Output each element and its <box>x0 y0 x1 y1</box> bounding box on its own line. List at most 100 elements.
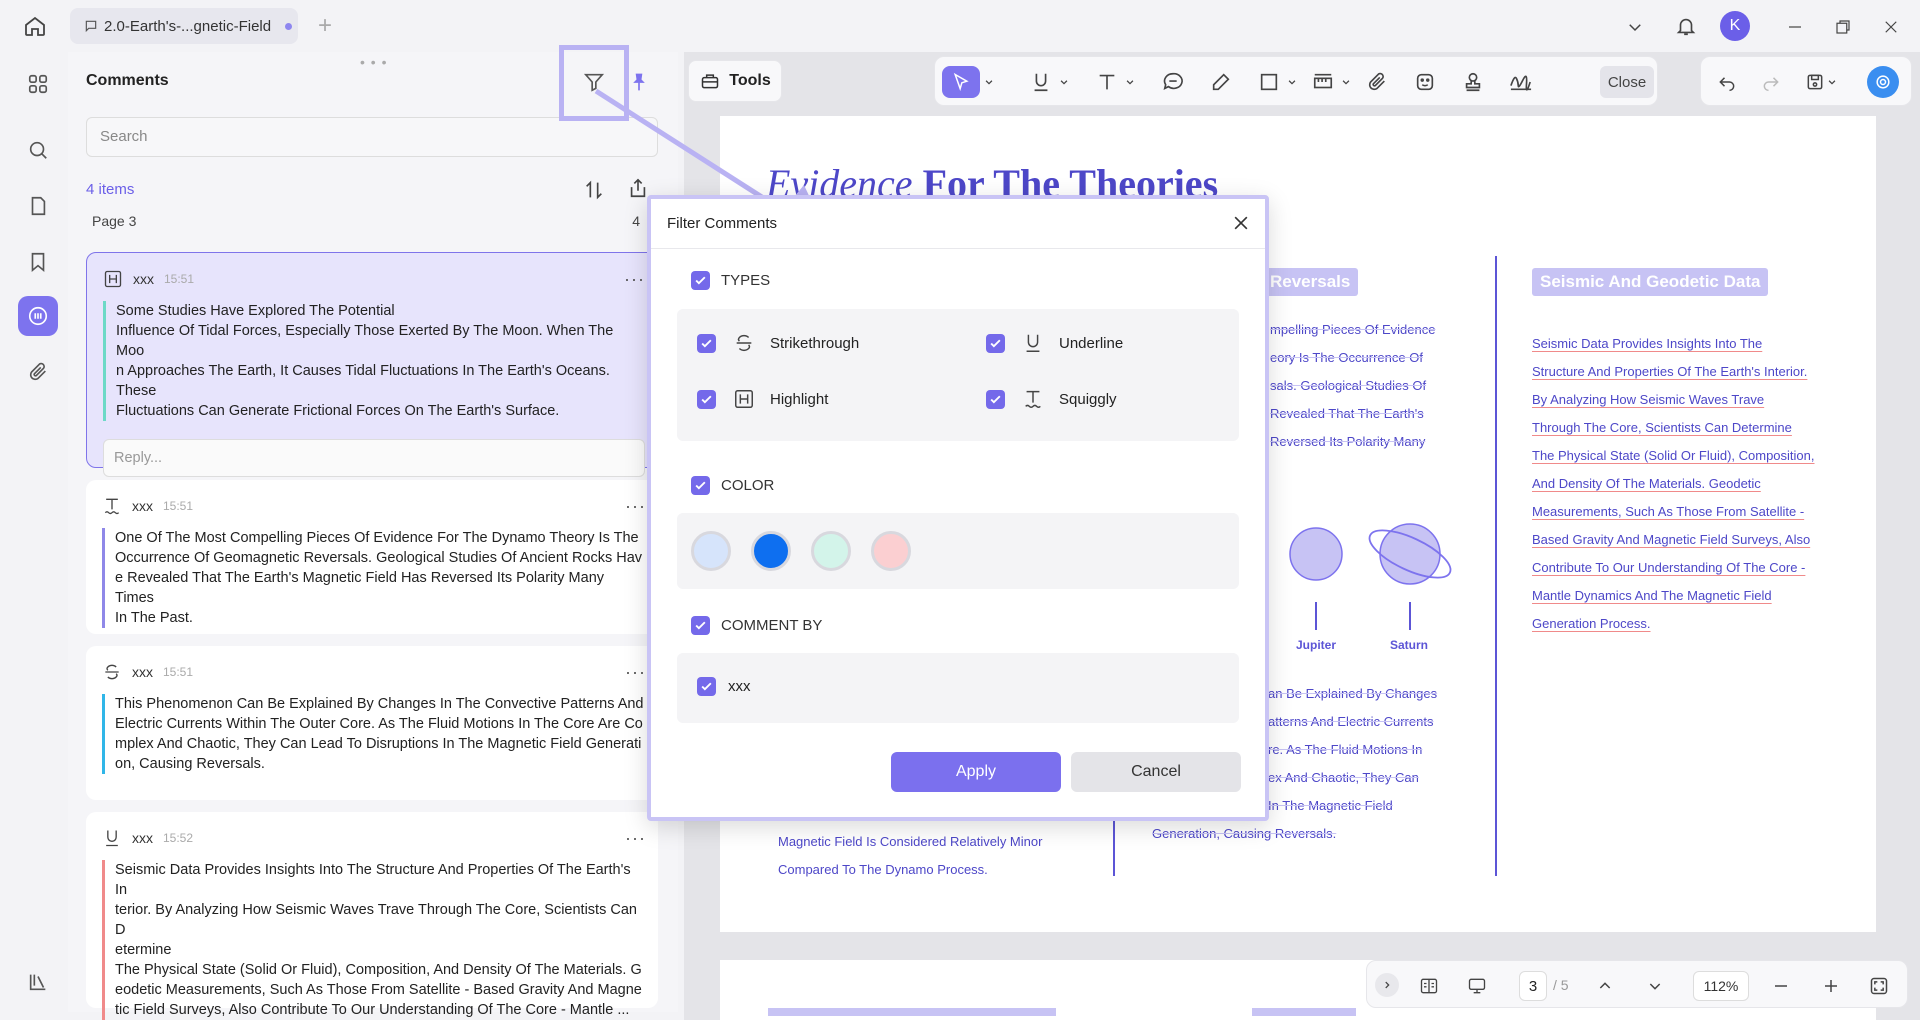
text-line: atterns And Electric Currents <box>1268 714 1434 729</box>
apps-grid-icon[interactable] <box>18 64 58 104</box>
undo-icon[interactable] <box>1711 66 1743 98</box>
text-line: Mantle Dynamics And The Magnetic Field <box>1532 588 1772 603</box>
comment-tool-icon[interactable] <box>1157 66 1189 98</box>
type-option-highlight[interactable]: Highlight <box>697 387 828 411</box>
pencil-tool-icon[interactable] <box>1205 66 1237 98</box>
cancel-button[interactable]: Cancel <box>1071 752 1241 792</box>
comment-text: Some Studies Have Explored The Potential… <box>103 301 645 421</box>
color-swatch-pink[interactable] <box>871 531 911 571</box>
comment-by-section-header[interactable]: COMMENT BY <box>691 616 822 635</box>
convective-text-end: Generation, Causing Reversals. <box>1152 820 1336 848</box>
checkbox[interactable] <box>697 333 716 353</box>
select-tool-icon[interactable] <box>942 66 980 98</box>
author-label: xxx <box>728 678 751 695</box>
library-icon[interactable] <box>18 962 58 1002</box>
apply-button[interactable]: Apply <box>891 752 1061 792</box>
text-line: Seismic Data Provides Insights Into The <box>1532 336 1763 351</box>
items-count: 4 items <box>86 181 135 198</box>
zoom-out-icon[interactable] <box>1765 970 1797 1002</box>
previous-page-icon[interactable] <box>1589 970 1621 1002</box>
more-options-icon[interactable]: ··· <box>624 269 645 290</box>
restore-icon[interactable] <box>1830 14 1856 40</box>
zoom-level[interactable]: 112% <box>1693 971 1749 1001</box>
comment-line: eodetic Measurements, Such As Those From… <box>115 982 642 998</box>
reply-input[interactable]: Reply... <box>103 439 645 477</box>
color-checkbox[interactable] <box>691 476 710 495</box>
comment-time: 15:51 <box>164 272 195 286</box>
chevron-down-icon[interactable] <box>1057 66 1071 98</box>
more-options-icon[interactable]: ··· <box>625 496 646 517</box>
page-thumbnails-icon[interactable] <box>18 186 58 226</box>
chevron-down-icon[interactable] <box>982 66 996 98</box>
page-layout-icon[interactable] <box>1413 970 1445 1002</box>
close-icon[interactable] <box>1231 213 1251 233</box>
stamp-tool-icon[interactable] <box>1457 66 1489 98</box>
comment-line: mplex And Chaotic, They Can Lead To Disr… <box>115 736 642 752</box>
text-line: Revealed That The Earth's <box>1270 406 1424 421</box>
underline-tool-icon[interactable] <box>1025 66 1057 98</box>
chevron-down-icon[interactable] <box>1622 14 1648 40</box>
chevron-down-icon[interactable] <box>1123 66 1137 98</box>
presentation-icon[interactable] <box>1461 970 1493 1002</box>
underline-icon <box>102 828 122 848</box>
home-icon[interactable] <box>20 12 50 40</box>
new-tab-icon[interactable]: + <box>314 12 336 39</box>
minimize-icon[interactable] <box>1782 14 1808 40</box>
next-page-icon[interactable] <box>1639 970 1671 1002</box>
underline-icon <box>1021 331 1045 355</box>
color-swatch-mint[interactable] <box>811 531 851 571</box>
type-option-strikethrough[interactable]: Strikethrough <box>697 331 859 355</box>
author-option[interactable]: xxx <box>697 677 751 696</box>
color-swatch-blue[interactable] <box>751 531 791 571</box>
highlight-icon <box>732 387 756 411</box>
measure-tool-icon[interactable] <box>1307 66 1339 98</box>
current-page-input[interactable]: 3 <box>1519 971 1547 1001</box>
sticker-tool-icon[interactable] <box>1409 66 1441 98</box>
type-option-squiggly[interactable]: Squiggly <box>986 387 1117 411</box>
type-option-underline[interactable]: Underline <box>986 331 1123 355</box>
text-tool-icon[interactable] <box>1091 66 1123 98</box>
zoom-in-icon[interactable] <box>1815 970 1847 1002</box>
color-section-header[interactable]: COLOR <box>691 476 774 495</box>
next-page-heading-bar <box>768 1008 1056 1016</box>
search-icon[interactable] <box>18 130 58 170</box>
bookmark-icon[interactable] <box>18 242 58 282</box>
signature-tool-icon[interactable] <box>1505 66 1537 98</box>
drag-handle[interactable]: • • • <box>360 54 387 70</box>
text-line: Through The Core, Scientists Can Determi… <box>1532 420 1792 435</box>
comment-by-label: COMMENT BY <box>721 617 823 634</box>
checkbox[interactable] <box>697 677 716 696</box>
color-swatch-light-blue[interactable] <box>691 531 731 571</box>
more-options-icon[interactable]: ··· <box>625 662 646 683</box>
types-checkbox[interactable] <box>691 271 710 290</box>
left-column-text: Magnetic Field Is Considered Relatively … <box>778 828 1042 884</box>
checkbox[interactable] <box>697 389 716 409</box>
chevron-down-icon[interactable] <box>1285 66 1299 98</box>
collapse-icon[interactable] <box>1375 973 1399 997</box>
attachment-tool-icon[interactable] <box>1361 66 1393 98</box>
close-toolbar-button[interactable]: Close <box>1600 66 1654 98</box>
redo-icon[interactable] <box>1755 66 1787 98</box>
ai-assistant-icon[interactable] <box>1867 66 1899 98</box>
chevron-down-icon[interactable] <box>1339 66 1353 98</box>
close-window-icon[interactable] <box>1878 14 1904 40</box>
page-group-header[interactable]: Page 3 4 <box>92 213 640 229</box>
shape-tool-icon[interactable] <box>1253 66 1285 98</box>
attachment-icon[interactable] <box>18 352 58 392</box>
comment-by-checkbox[interactable] <box>691 616 710 635</box>
bell-icon[interactable] <box>1672 12 1700 40</box>
comment-card[interactable]: xxx 15:52 ··· Seismic Data Provides Insi… <box>86 812 658 1020</box>
comments-panel-icon[interactable] <box>18 296 58 336</box>
more-options-icon[interactable]: ··· <box>625 828 646 849</box>
checkbox[interactable] <box>986 389 1005 409</box>
checkbox[interactable] <box>986 333 1005 353</box>
fit-page-icon[interactable] <box>1863 970 1895 1002</box>
comment-card[interactable]: xxx 15:51 ··· One Of The Most Compelling… <box>86 480 658 634</box>
types-section-header[interactable]: TYPES <box>691 271 770 290</box>
comment-card[interactable]: xxx 15:51 ··· This Phenomenon Can Be Exp… <box>86 646 658 800</box>
comment-card[interactable]: xxx 15:51 ··· Some Studies Have Explored… <box>86 252 658 477</box>
chevron-down-icon[interactable] <box>1825 66 1839 98</box>
avatar[interactable]: K <box>1720 11 1750 41</box>
search-input[interactable]: Search <box>86 117 658 157</box>
document-tab[interactable]: 2.0-Earth's-...gnetic-Field <box>70 8 298 44</box>
